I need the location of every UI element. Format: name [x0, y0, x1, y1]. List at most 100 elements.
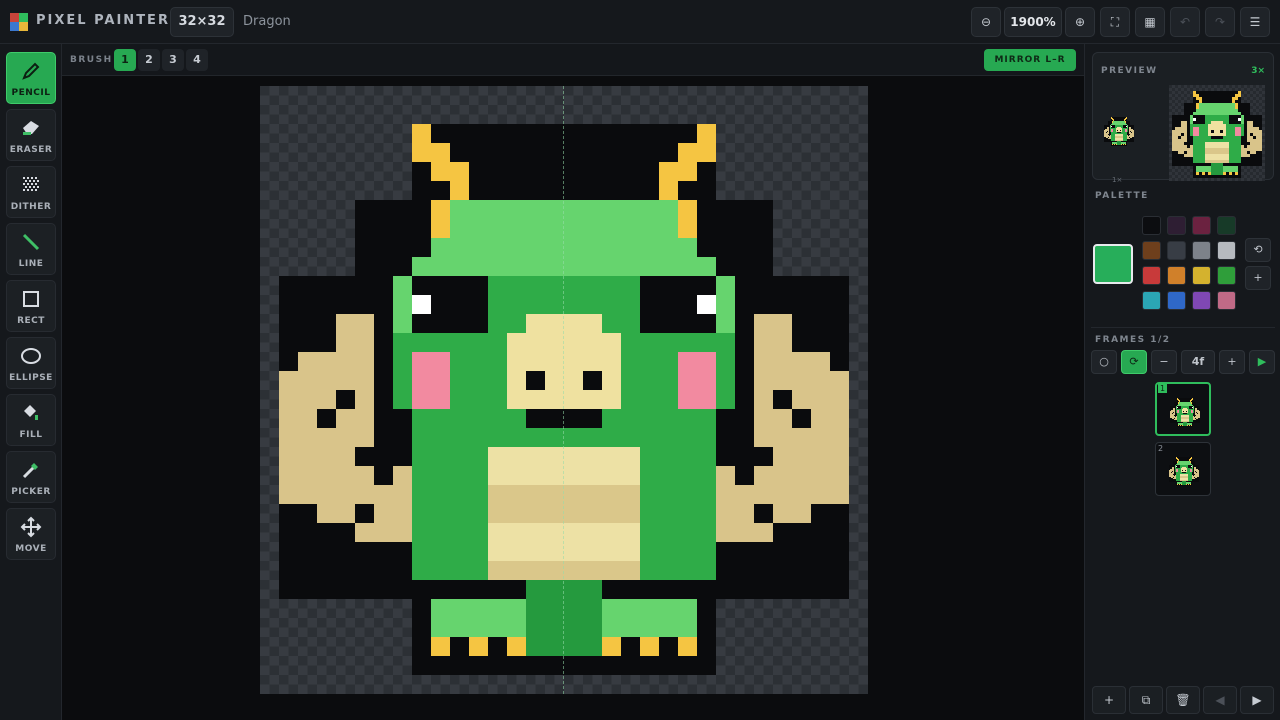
preview-zoom[interactable]: 3× [1251, 66, 1265, 76]
plus-icon: + [1103, 693, 1115, 707]
palette-swatch[interactable] [1217, 291, 1236, 310]
loop-toggle-button[interactable]: ⟳ [1121, 350, 1147, 374]
right-panel: PREVIEW 3× 1× PALETTE ⟲ + FRAMES 1/2 ○ ⟳… [1084, 44, 1280, 720]
frame-number: 1 [1158, 384, 1168, 393]
redo-button[interactable]: ↷ [1205, 7, 1235, 37]
zoom-in-button[interactable]: ⊕ [1065, 7, 1095, 37]
document-name[interactable]: Dragon [243, 14, 291, 29]
previous-frame-button[interactable]: ◀ [1203, 686, 1237, 714]
frame-thumbnail-2[interactable]: 2 [1155, 442, 1211, 496]
duplicate-frame-button[interactable]: ⧉ [1129, 686, 1163, 714]
brush-size-1[interactable]: 1 [114, 49, 136, 71]
palette-swatch[interactable] [1192, 266, 1211, 285]
app-title: PIXEL PAINTER [36, 13, 170, 28]
palette-swatch[interactable] [1217, 266, 1236, 285]
tool-dither[interactable]: DITHER [6, 166, 56, 218]
tool-ellipse[interactable]: ELLIPSE [6, 337, 56, 389]
tool-label: ERASER [9, 145, 53, 155]
palette-swatch[interactable] [1167, 241, 1186, 260]
tool-label: MOVE [15, 544, 47, 554]
zoom-out-button[interactable]: ⊖ [971, 7, 1001, 37]
onion-skin-button[interactable]: ○ [1091, 350, 1117, 374]
frame-thumbnail-1[interactable]: 1 [1155, 382, 1211, 436]
grid-toggle-button[interactable]: ▦ [1135, 7, 1165, 37]
tool-move[interactable]: MOVE [6, 508, 56, 560]
palette-swatch[interactable] [1167, 216, 1186, 235]
palette-swatch[interactable] [1142, 241, 1161, 260]
next-frame-button[interactable]: ▶ [1240, 686, 1274, 714]
chevron-left-icon: ◀ [1215, 693, 1225, 707]
brush-size-2[interactable]: 2 [138, 49, 160, 71]
chevron-right-icon: ▶ [1252, 693, 1262, 707]
fit-screen-button[interactable]: ⛶ [1100, 7, 1130, 37]
tool-label: PENCIL [11, 88, 51, 98]
line-icon [7, 231, 55, 253]
palette-swatch[interactable] [1142, 266, 1161, 285]
palette-settings-button[interactable]: ⟲ [1245, 238, 1271, 262]
mirror-axis-guide [563, 86, 564, 694]
circle-icon: ○ [1099, 355, 1109, 368]
plus-icon: + [1253, 271, 1263, 284]
tool-pencil[interactable]: PENCIL [6, 52, 56, 104]
plus-icon: + [1227, 355, 1237, 368]
pencil-icon [7, 60, 55, 82]
eraser-icon [7, 117, 55, 139]
rectangle-icon [7, 288, 55, 310]
tool-label: DITHER [10, 202, 52, 212]
preview-3x [1169, 85, 1265, 181]
palette-swatch[interactable] [1142, 291, 1161, 310]
palette-swatch[interactable] [1217, 216, 1236, 235]
add-frame-button[interactable]: + [1092, 686, 1126, 714]
app-logo-icon [10, 13, 28, 31]
zoom-in-icon: ⊕ [1074, 15, 1086, 29]
palette-swatch[interactable] [1167, 291, 1186, 310]
palette-swatch[interactable] [1192, 216, 1211, 235]
tool-label: PICKER [11, 487, 51, 497]
tool-eraser[interactable]: ERASER [6, 109, 56, 161]
brush-options-bar: BRUSH 1 2 3 4 MIRROR L–R [62, 44, 1084, 76]
tool-label: RECT [17, 316, 45, 326]
frames-label: FRAMES 1/2 [1095, 335, 1171, 345]
tool-label: FILL [19, 430, 43, 440]
tool-fill[interactable]: FILL [6, 394, 56, 446]
canvas-size-button[interactable]: 32×32 [170, 7, 234, 37]
brush-size-4[interactable]: 4 [186, 49, 208, 71]
undo-icon: ↶ [1179, 15, 1191, 29]
menu-button[interactable]: ☰ [1240, 7, 1270, 37]
frame-number: 2 [1158, 444, 1164, 453]
move-arrows-icon [7, 516, 55, 538]
fps-increase-button[interactable]: + [1219, 350, 1245, 374]
brush-size-3[interactable]: 3 [162, 49, 184, 71]
dragon-sprite [279, 124, 849, 675]
minus-icon: − [1159, 355, 1169, 368]
pixel-canvas[interactable] [260, 86, 868, 694]
top-bar: PIXEL PAINTER 32×32 Dragon ⊖ 1900% ⊕ ⛶ ▦… [0, 0, 1280, 44]
preview-panel: PREVIEW 3× 1× [1092, 52, 1274, 184]
fit-screen-icon: ⛶ [1110, 15, 1120, 29]
zoom-level[interactable]: 1900% [1004, 7, 1062, 37]
palette-swatch[interactable] [1142, 216, 1161, 235]
mirror-toggle-button[interactable]: MIRROR L–R [984, 49, 1076, 71]
preview-1x-label: 1× [1112, 176, 1123, 184]
current-color-swatch[interactable] [1093, 244, 1133, 284]
duplicate-icon: ⧉ [1141, 693, 1151, 707]
tool-picker[interactable]: PICKER [6, 451, 56, 503]
palette-swatch[interactable] [1192, 291, 1211, 310]
fps-decrease-button[interactable]: − [1151, 350, 1177, 374]
palette-swatch[interactable] [1217, 241, 1236, 260]
palette-swatch[interactable] [1192, 241, 1211, 260]
add-color-button[interactable]: + [1245, 266, 1271, 290]
ellipse-icon [7, 345, 55, 367]
palette-cycle-icon: ⟲ [1253, 243, 1263, 256]
undo-button[interactable]: ↶ [1170, 7, 1200, 37]
play-button[interactable]: ▶ [1249, 350, 1275, 374]
play-icon: ▶ [1257, 355, 1267, 368]
delete-frame-button[interactable]: 🗑 [1166, 686, 1200, 714]
eyedropper-icon [7, 459, 55, 481]
paint-bucket-icon [7, 402, 55, 424]
fps-value: 4f [1181, 350, 1215, 374]
tool-rect[interactable]: RECT [6, 280, 56, 332]
tool-line[interactable]: LINE [6, 223, 56, 275]
palette-swatch[interactable] [1167, 266, 1186, 285]
canvas-area [62, 76, 1084, 720]
